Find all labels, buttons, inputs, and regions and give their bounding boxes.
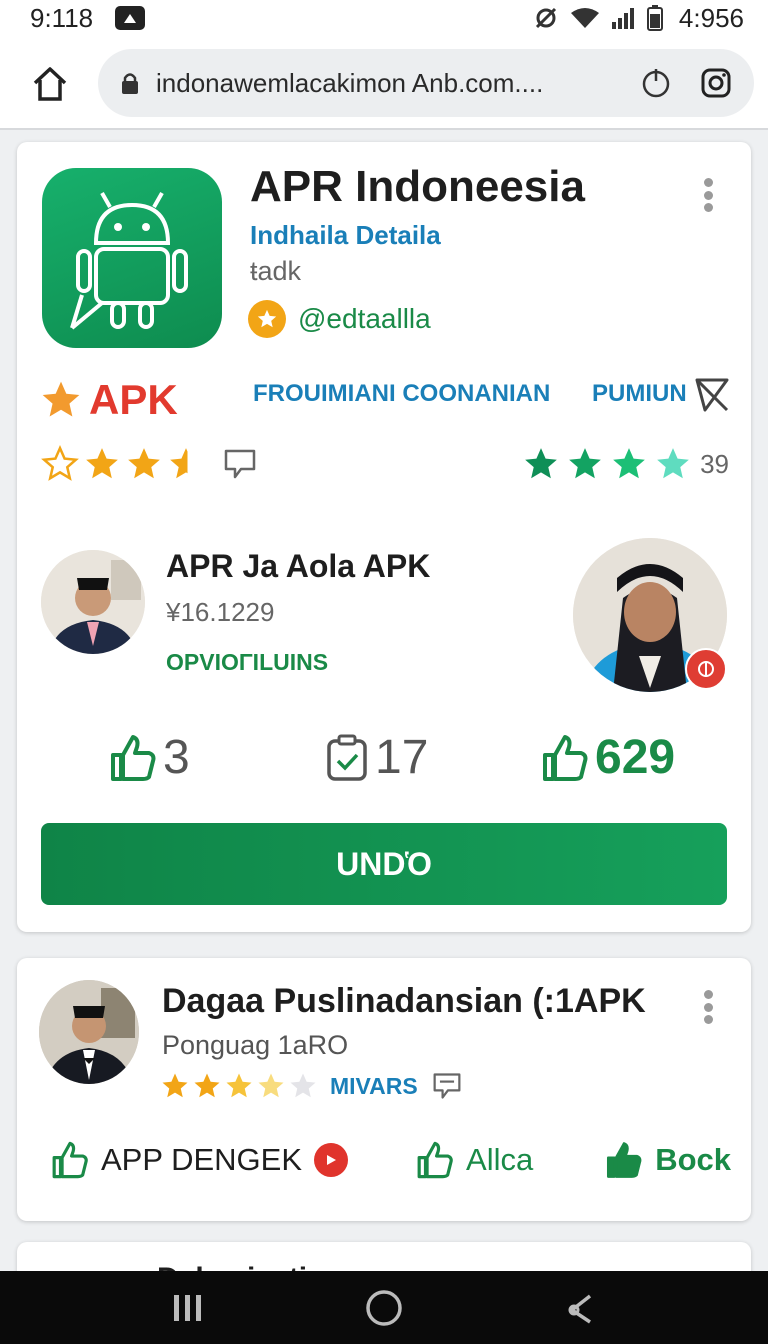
star-filled-icon <box>525 448 557 479</box>
tabs-icon[interactable] <box>700 67 732 99</box>
star-filled-icon <box>162 1073 188 1098</box>
back-button[interactable] <box>560 1288 600 1328</box>
app-dengek-action[interactable]: APP DENGEK <box>51 1140 349 1180</box>
recents-button[interactable] <box>168 1288 208 1328</box>
comment-icon[interactable] <box>432 1071 462 1101</box>
reload-icon[interactable] <box>640 67 672 99</box>
star-empty-icon <box>290 1073 316 1098</box>
star-half-icon <box>258 1073 284 1098</box>
verified-badge-icon <box>685 648 727 690</box>
play-icon <box>314 1143 349 1177</box>
signal-icon <box>611 8 634 29</box>
status-clock: 4:956 <box>678 2 744 33</box>
home-circle-icon <box>366 1289 402 1326</box>
rating-label[interactable]: MIVARS <box>330 1073 418 1100</box>
featured-price: ¥16.1229 <box>166 597 275 627</box>
install-button[interactable]: UNDὉ <box>41 823 727 905</box>
home-nav-button[interactable] <box>364 1288 404 1328</box>
list-item-title[interactable]: Dagaa Puslinadansian (:1APK <box>162 982 646 1021</box>
star-filled-icon <box>657 448 689 479</box>
premium-link[interactable]: PUMIUN <box>592 380 687 408</box>
url-text: indonawemlacakimon Anb.com.... <box>156 67 544 98</box>
status-bar: 9:118 4:956 <box>0 0 768 36</box>
app-subtitle-link[interactable]: Indhaila Detaila <box>250 220 441 251</box>
app-tag: ŧadk <box>250 256 302 286</box>
star-filled-icon <box>613 448 645 479</box>
lock-icon <box>122 73 138 94</box>
user-rating <box>41 445 257 483</box>
stat-likes[interactable]: 3 <box>109 730 190 785</box>
star-filled-icon <box>86 448 118 479</box>
avatar[interactable] <box>39 980 139 1084</box>
stat-reviews[interactable]: 17 <box>325 730 428 785</box>
apk-label: APK <box>39 376 178 424</box>
action-label: Allca <box>466 1142 534 1177</box>
android-icon <box>70 192 188 330</box>
app-detail-card: APR Indoneesia Indhaila Detaila ŧadk @ed… <box>17 142 751 932</box>
star-half-icon <box>170 448 202 479</box>
more-options-icon[interactable] <box>701 990 715 1024</box>
developer-name: @edtaallla <box>298 303 431 334</box>
star-filled-icon <box>128 448 160 479</box>
notification-icon <box>115 6 146 30</box>
more-options-icon[interactable] <box>701 178 715 212</box>
mute-icon <box>535 7 556 29</box>
person-photo <box>39 980 139 1084</box>
person-photo <box>41 550 145 654</box>
featured-title[interactable]: APR Ja Aola APK <box>166 548 430 585</box>
star-filled-icon <box>194 1073 220 1098</box>
thumbs-up-icon <box>417 1141 453 1179</box>
clipboard-check-icon <box>327 734 367 781</box>
star-filled-icon <box>569 448 601 479</box>
bock-action[interactable]: Bock <box>605 1140 731 1180</box>
star-icon <box>42 381 80 417</box>
app-list-item[interactable]: Dagaa Puslinadansian (:1APK Ponguag 1aRO… <box>17 958 751 1221</box>
stat-value: 629 <box>595 731 676 784</box>
star-outline-icon <box>41 445 79 481</box>
comment-icon[interactable] <box>223 447 257 481</box>
app-title: APR Indoneesia <box>250 162 585 211</box>
developer-row[interactable]: @edtaallla <box>248 300 431 338</box>
status-icons: 4:956 <box>533 3 744 34</box>
list-item-subtitle: Ponguag 1aRO <box>162 1030 349 1060</box>
app-icon[interactable] <box>42 168 222 348</box>
battery-icon <box>646 5 663 31</box>
recents-icon <box>174 1294 201 1321</box>
star-badge-icon <box>248 300 286 338</box>
home-icon <box>33 67 67 101</box>
action-label: APP DENGEK <box>101 1142 303 1177</box>
apk-text: APK <box>89 376 178 423</box>
system-nav-bar <box>0 1271 768 1344</box>
stat-value: 17 <box>375 731 429 784</box>
star-filled-icon <box>226 1073 252 1098</box>
thumbs-up-icon <box>52 1141 88 1179</box>
stat-downloads[interactable]: 629 <box>541 730 675 785</box>
list-item-actions: APP DENGEK Allca Bock <box>51 1140 731 1180</box>
home-button[interactable] <box>30 64 70 104</box>
wifi-icon <box>570 8 599 28</box>
share-icon[interactable] <box>693 376 731 414</box>
allca-action[interactable]: Allca <box>416 1140 533 1180</box>
thumbs-up-filled-icon <box>607 1142 642 1178</box>
thumbs-up-icon <box>543 734 588 781</box>
status-time: 9:118 <box>30 2 94 33</box>
featured-tag[interactable]: OPVIOΓILUINS <box>166 649 328 676</box>
rating-count: 39 <box>700 448 729 479</box>
avatar[interactable] <box>41 550 145 654</box>
list-item-rating: MIVARS <box>160 1071 462 1101</box>
back-icon <box>568 1294 592 1323</box>
thumbs-up-icon <box>111 734 156 781</box>
stat-value: 3 <box>163 731 190 784</box>
action-label: Bock <box>655 1142 731 1177</box>
browser-toolbar: indonawemlacakimon Anb.com.... <box>0 36 768 130</box>
address-bar[interactable]: indonawemlacakimon Anb.com.... <box>98 49 754 117</box>
store-rating: 39 <box>522 445 729 483</box>
category-link[interactable]: FROUIMIANI COONANIAN <box>253 380 550 408</box>
